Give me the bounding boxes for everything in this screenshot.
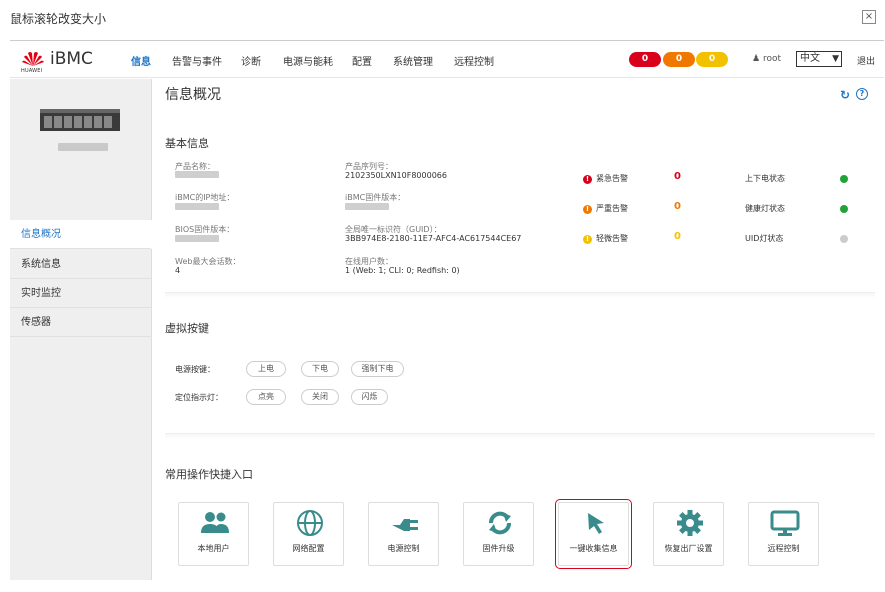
shortcut-label: 电源控制 (387, 544, 420, 553)
shortcut-local-users[interactable]: 本地用户 (178, 502, 249, 566)
user-menu[interactable]: ♟ root (752, 54, 781, 64)
shortcuts-title: 常用操作快捷入口 (165, 468, 253, 481)
section-divider (165, 292, 875, 298)
globe-icon (297, 510, 323, 536)
critical-alarm-row[interactable]: ! 紧急告警 (583, 173, 628, 184)
chevron-down-icon: ▼ (832, 54, 839, 64)
shortcut-label: 恢复出厂设置 (664, 544, 713, 553)
shortcut-power-control[interactable]: 电源控制 (368, 502, 439, 566)
led-blink-button[interactable]: 闪烁 (351, 389, 388, 405)
shortcut-label: 一键收集信息 (569, 544, 618, 553)
user-icon: ♟ (752, 54, 761, 64)
nav-diagnosis[interactable]: 诊断 (241, 53, 261, 68)
nav-alarms-events[interactable]: 告警与事件 (172, 53, 222, 68)
critical-alarm-count: 0 (674, 171, 681, 182)
sidebar: 信息概况 系统信息 实时监控 传感器 (10, 79, 152, 580)
user-name: root (762, 54, 781, 64)
nav-info[interactable]: 信息 (131, 53, 151, 68)
plug-icon (392, 519, 418, 531)
monitor-icon (770, 510, 800, 536)
shortcut-network-config[interactable]: 网络配置 (273, 502, 344, 566)
power-off-button[interactable]: 下电 (301, 361, 339, 377)
force-power-off-button[interactable]: 强制下电 (351, 361, 404, 377)
ibmc-frame: HUAWEI iBMC 信息 告警与事件 诊断 电源与能耗 配置 系统管理 远程… (10, 40, 884, 580)
major-alarm-row[interactable]: ! 严重告警 (583, 203, 628, 214)
ip-label: iBMC的IP地址： (175, 193, 235, 202)
locate-led-label: 定位指示灯： (175, 393, 223, 402)
bios-version-label: BIOS固件版本： (175, 225, 235, 234)
product-sn-value: 2102350LXN10F8000066 (345, 171, 447, 180)
web-max-sessions-label: Web最大会话数： (175, 257, 241, 266)
page-title: 信息概况 (165, 87, 221, 103)
logo-text: HUAWEI (21, 68, 43, 74)
virtual-keys-title: 虚拟按键 (165, 322, 209, 335)
fw-version-redacted (345, 203, 389, 210)
critical-alarm-label: 紧急告警 (596, 174, 628, 183)
uid-led-label: UID灯状态 (745, 234, 784, 243)
ip-redacted (175, 203, 219, 210)
minor-alarm-icon: ! (583, 235, 592, 244)
led-off-button[interactable]: 关闭 (301, 389, 339, 405)
basic-info-title: 基本信息 (165, 137, 209, 150)
sync-icon (489, 511, 511, 535)
help-icon[interactable]: ? (856, 88, 868, 100)
logout-link[interactable]: 退出 (857, 54, 875, 67)
server-name-redacted (58, 143, 108, 151)
language-value: 中文 (800, 53, 820, 64)
power-key-label: 电源按键： (175, 365, 215, 374)
uid-led-indicator (840, 235, 848, 243)
server-image (40, 109, 120, 131)
shortcut-label: 本地用户 (197, 544, 230, 553)
led-on-button[interactable]: 点亮 (246, 389, 286, 405)
shortcut-remote-control[interactable]: 远程控制 (748, 502, 819, 566)
web-max-sessions-value: 4 (175, 266, 181, 275)
close-icon[interactable]: × (862, 10, 876, 24)
nav-system-management[interactable]: 系统管理 (393, 53, 433, 68)
minor-alarm-badge[interactable]: 0 (696, 52, 728, 67)
shortcut-collect-info[interactable]: 一键收集信息 (555, 499, 632, 569)
shortcut-label: 网络配置 (292, 544, 325, 553)
major-alarm-badge[interactable]: 0 (663, 52, 695, 67)
dialog-title: 鼠标滚轮改变大小 (10, 12, 107, 26)
section-divider (165, 433, 875, 439)
nav-config[interactable]: 配置 (352, 53, 372, 68)
critical-alarm-badge[interactable]: 0 (629, 52, 661, 67)
brand-title: iBMC (50, 49, 93, 69)
language-select[interactable]: 中文 ▼ (796, 51, 842, 67)
sidebar-item-overview[interactable]: 信息概况 (10, 220, 152, 249)
nav-remote-control[interactable]: 远程控制 (454, 53, 494, 68)
major-alarm-label: 严重告警 (596, 204, 628, 213)
nav-power-energy[interactable]: 电源与能耗 (283, 53, 333, 68)
critical-alarm-icon: ! (583, 175, 592, 184)
major-alarm-count: 0 (674, 201, 681, 212)
top-bar: HUAWEI iBMC 信息 告警与事件 诊断 电源与能耗 配置 系统管理 远程… (10, 41, 884, 78)
power-status-indicator (840, 175, 848, 183)
sidebar-item-sensors[interactable]: 传感器 (10, 308, 152, 337)
gear-icon (677, 510, 703, 536)
shortcut-firmware-upgrade[interactable]: 固件升级 (463, 502, 534, 566)
power-on-button[interactable]: 上电 (246, 361, 286, 377)
shortcut-factory-reset[interactable]: 恢复出厂设置 (653, 502, 724, 566)
online-users-value: 1 (Web: 1; CLI: 0; Redfish: 0) (345, 266, 460, 275)
users-icon (201, 512, 229, 533)
refresh-icon[interactable]: ↻ (840, 88, 850, 102)
sidebar-item-system-info[interactable]: 系统信息 (10, 250, 152, 279)
minor-alarm-row[interactable]: ! 轻微告警 (583, 233, 628, 244)
fw-version-label: iBMC固件版本： (345, 193, 406, 202)
cursor-icon (588, 513, 604, 534)
shortcut-label: 固件升级 (482, 544, 515, 553)
guid-value: 3BB974E8-2180-11E7-AFC4-AC617544CE67 (345, 234, 522, 243)
shortcut-label: 远程控制 (767, 544, 800, 553)
minor-alarm-count: 0 (674, 231, 681, 242)
minor-alarm-label: 轻微告警 (596, 234, 628, 243)
health-led-label: 健康灯状态 (745, 204, 785, 213)
product-name-redacted (175, 171, 219, 178)
huawei-logo-icon (22, 52, 44, 66)
major-alarm-icon: ! (583, 205, 592, 214)
power-status-label: 上下电状态 (745, 174, 785, 183)
sidebar-item-realtime-monitor[interactable]: 实时监控 (10, 279, 152, 308)
bios-version-redacted (175, 235, 219, 242)
health-led-indicator (840, 205, 848, 213)
